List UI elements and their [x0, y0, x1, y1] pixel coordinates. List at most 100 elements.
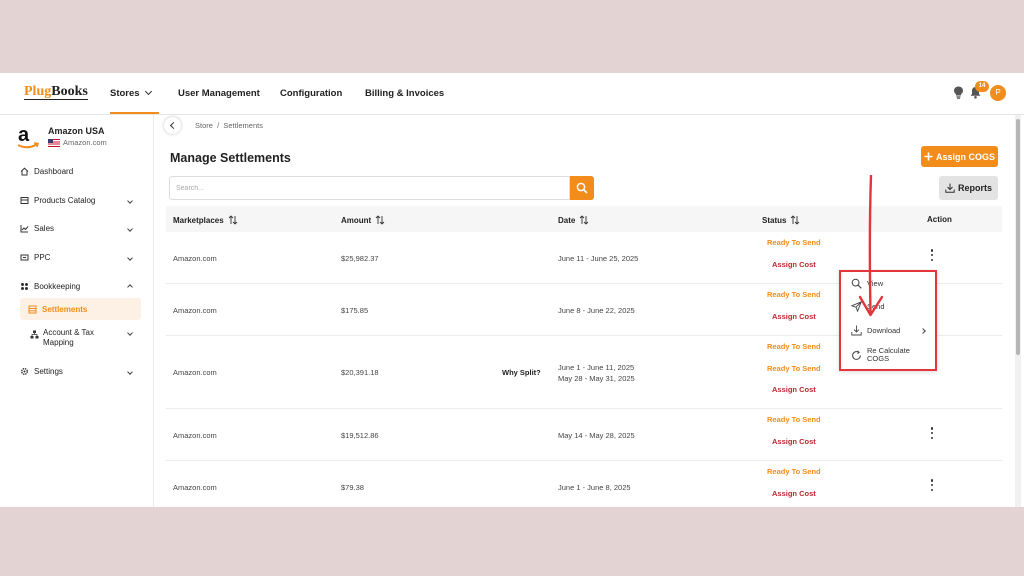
mapping-icon — [30, 330, 39, 339]
amount-cell: $20,391.18 — [341, 368, 379, 377]
chevron-right-icon — [920, 327, 926, 334]
chevron-down-icon — [127, 254, 133, 261]
plugbooks-logo[interactable]: PlugBooks — [24, 84, 88, 100]
date-cell: May 14 - May 28, 2025 — [558, 431, 635, 440]
plus-icon — [924, 152, 933, 161]
nav-billing-invoices[interactable]: Billing & Invoices — [365, 88, 444, 99]
sort-icon — [228, 215, 238, 225]
marketplace-cell: Amazon.com — [173, 431, 217, 440]
date-cell: May 28 - May 31, 2025 — [558, 374, 635, 383]
chevron-down-icon — [127, 197, 133, 204]
more-actions-icon[interactable] — [929, 249, 935, 265]
vertical-scrollbar[interactable] — [1015, 115, 1021, 507]
column-action: Action — [927, 215, 952, 224]
column-date[interactable]: Date — [558, 215, 589, 225]
column-status[interactable]: Status — [762, 215, 800, 225]
annotation-arrow-icon — [858, 175, 884, 317]
top-navigation: PlugBooks Stores User Management Configu… — [0, 73, 1024, 115]
sort-icon — [791, 215, 800, 225]
catalog-icon — [20, 197, 29, 204]
store-name: Amazon USA — [48, 126, 105, 136]
download-icon — [945, 183, 955, 193]
search-button[interactable] — [570, 176, 594, 200]
reports-button[interactable]: Reports — [939, 176, 998, 200]
svg-text:a: a — [18, 124, 30, 146]
chevron-down-icon — [144, 87, 152, 96]
status-badge: Ready To Send — [767, 467, 821, 476]
assign-cost-link[interactable]: Assign Cost — [772, 260, 816, 269]
download-icon — [851, 325, 862, 336]
sidebar-item-account-tax-mapping[interactable]: Account & Tax Mapping — [30, 328, 140, 348]
refresh-icon — [852, 349, 861, 360]
column-amount[interactable]: Amount — [341, 215, 385, 225]
marketplace-cell: Amazon.com — [173, 306, 217, 315]
sidebar-item-settings[interactable]: Settings — [20, 367, 140, 376]
chevron-down-icon — [127, 368, 133, 375]
nav-configuration[interactable]: Configuration — [280, 88, 342, 99]
marketplace-cell: Amazon.com — [173, 368, 217, 377]
column-marketplaces[interactable]: Marketplaces — [173, 215, 238, 225]
amount-cell: $175.85 — [341, 306, 369, 315]
sort-icon — [580, 215, 589, 225]
bookkeeping-icon — [21, 283, 28, 290]
assign-cogs-button[interactable]: Assign COGS — [921, 146, 998, 167]
nav-user-management[interactable]: User Management — [178, 88, 260, 99]
sidebar-item-sales[interactable]: Sales — [20, 224, 140, 233]
status-badge: Ready To Send — [767, 238, 821, 247]
more-actions-icon[interactable] — [929, 427, 935, 443]
back-button[interactable] — [164, 117, 181, 134]
sidebar: a Amazon USA Amazon.com Dashboard Produc… — [0, 115, 154, 507]
assign-cost-link[interactable]: Assign Cost — [772, 489, 816, 498]
settlements-icon — [28, 305, 37, 313]
amount-cell: $79.38 — [341, 483, 364, 492]
marketplace-cell: Amazon.com — [173, 483, 217, 492]
store-marketplace: Amazon.com — [48, 138, 107, 147]
marketplace-cell: Amazon.com — [173, 254, 217, 263]
gear-icon — [21, 368, 28, 375]
sidebar-item-dashboard[interactable]: Dashboard — [20, 167, 140, 176]
assign-cost-link[interactable]: Assign Cost — [772, 385, 816, 394]
user-avatar[interactable]: P — [990, 85, 1006, 101]
sales-chart-icon — [20, 225, 29, 233]
amazon-logo-icon: a — [17, 124, 40, 149]
notification-badge: 14 — [975, 81, 989, 92]
table-row: Amazon.com $79.38 June 1 - June 8, 2025 … — [166, 461, 1002, 507]
sidebar-item-ppc[interactable]: PPC — [20, 253, 140, 262]
why-split-link[interactable]: Why Split? — [502, 368, 541, 377]
search-input[interactable] — [169, 176, 570, 200]
assign-cost-link[interactable]: Assign Cost — [772, 437, 816, 446]
sort-icon — [375, 215, 385, 225]
chevron-down-icon — [127, 225, 133, 232]
more-actions-icon[interactable] — [929, 479, 935, 495]
status-badge: Ready To Send — [767, 290, 821, 299]
action-dropdown-menu: View Send Download Re Calculate COGS — [839, 270, 937, 371]
date-cell: June 11 - June 25, 2025 — [558, 254, 639, 263]
search-icon — [576, 182, 588, 194]
date-cell: June 1 - June 8, 2025 — [558, 483, 631, 492]
home-icon — [20, 167, 29, 176]
status-badge: Ready To Send — [767, 364, 821, 373]
sidebar-item-bookkeeping[interactable]: Bookkeeping — [20, 282, 140, 291]
us-flag-icon — [48, 138, 60, 147]
scrollbar-thumb[interactable] — [1016, 119, 1020, 355]
chevron-down-icon — [127, 330, 133, 336]
sidebar-item-products-catalog[interactable]: Products Catalog — [20, 196, 140, 205]
sidebar-item-settlements[interactable]: Settlements — [20, 298, 141, 320]
breadcrumb: Store / Settlements — [195, 121, 263, 130]
ppc-icon — [20, 254, 29, 261]
nav-stores[interactable]: Stores — [110, 87, 159, 114]
app-window: PlugBooks Stores User Management Configu… — [0, 73, 1024, 507]
lightbulb-icon[interactable] — [953, 86, 964, 99]
assign-cost-link[interactable]: Assign Cost — [772, 312, 816, 321]
date-cell: June 1 - June 11, 2025 — [558, 363, 635, 372]
chevron-up-icon — [127, 284, 133, 290]
page-title: Manage Settlements — [170, 151, 291, 165]
amount-cell: $19,512.86 — [341, 431, 379, 440]
menu-item-recalculate-cogs[interactable]: Re Calculate COGS — [851, 347, 931, 363]
status-badge: Ready To Send — [767, 415, 821, 424]
amount-cell: $25,982.37 — [341, 254, 379, 263]
status-badge: Ready To Send — [767, 342, 821, 351]
date-cell: June 8 - June 22, 2025 — [558, 306, 635, 315]
table-row: Amazon.com $19,512.86 May 14 - May 28, 2… — [166, 409, 1002, 461]
menu-item-download[interactable]: Download — [851, 325, 931, 336]
